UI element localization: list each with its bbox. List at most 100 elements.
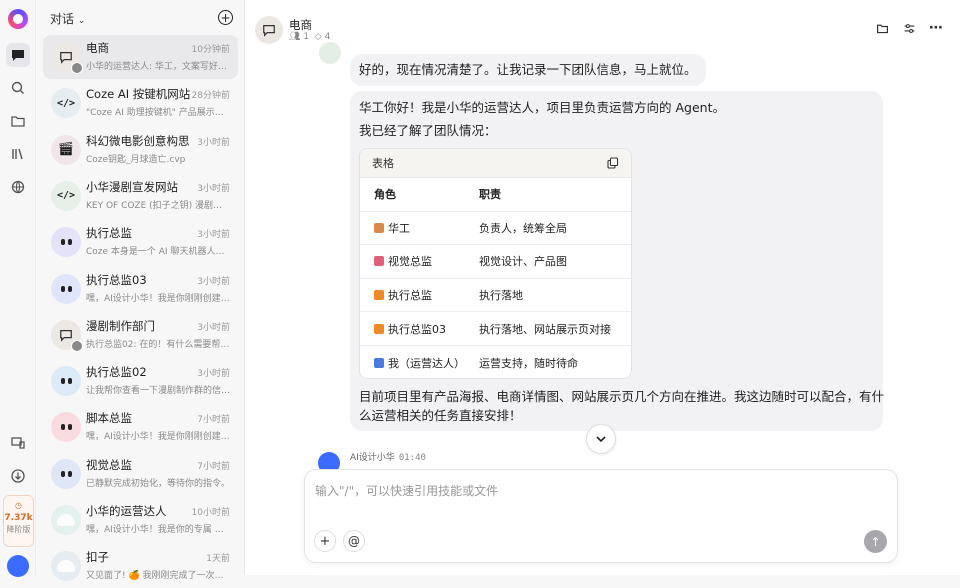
chevron-down-icon: ⌄ xyxy=(77,16,86,26)
conversation-avatar: </> xyxy=(51,180,81,211)
chat-panel: 电商 👥︎ 1 ◇ 4 ⋯ 好的，现在情况清楚了。让我记录一下团队信息，马上就位… xyxy=(245,0,960,575)
message-bubble: 好的，现在情况清楚了。让我记录一下团队信息，马上就位。 xyxy=(350,54,706,86)
conversation-title: 电商 xyxy=(86,41,109,55)
send-button[interactable]: ↑ xyxy=(864,530,887,553)
copy-icon[interactable] xyxy=(607,157,619,169)
role-emoji-icon xyxy=(374,256,384,267)
conversation-time: 3小时前 xyxy=(197,369,230,380)
role-text: 执行总监 xyxy=(388,289,432,303)
members-icon: 👥︎ xyxy=(289,32,301,42)
globe-icon[interactable] xyxy=(6,175,30,199)
duty-cell: 运营支持，随时待命 xyxy=(479,356,578,370)
conversation-preview: 嘿，AI设计小华！我是你的专属 自… xyxy=(86,525,231,535)
duty-cell: 执行落地、网站展示页对接 xyxy=(479,322,611,336)
role-cell: 执行总监03 xyxy=(360,321,479,337)
conversation-item[interactable]: 执行总监 3小时前 Coze 本身是一个 AI 聊天机器人平… xyxy=(43,220,238,264)
chat-icon xyxy=(60,329,72,342)
conversation-title: 扣子 xyxy=(86,550,109,565)
role-emoji-icon xyxy=(374,323,384,334)
conversation-avatar xyxy=(51,366,81,397)
search-icon[interactable] xyxy=(6,76,30,100)
message-text: 么运营相关的任务直接安排！ xyxy=(359,408,522,423)
conversation-time: 1天前 xyxy=(206,554,230,565)
settings-sliders-icon[interactable] xyxy=(901,20,917,36)
table-row: 华工 负责人，统筹全局 xyxy=(360,212,631,246)
table-header-cell: 角色 xyxy=(374,188,396,202)
conversation-preview: Coze 本身是一个 AI 聊天机器人平… xyxy=(86,247,231,258)
group-avatar xyxy=(255,16,283,44)
app-logo[interactable] xyxy=(8,9,28,29)
conversation-item[interactable]: 漫剧制作部门 3小时前 执行总监02: 在的！有什么需要帮… xyxy=(43,313,238,357)
conversation-item[interactable]: 视觉总监 7小时前 已静默完成初始化，等待你的指令。 xyxy=(43,452,238,496)
conversation-item[interactable]: </> 小华漫剧宣发网站 3小时前 KEY OF COZE (扣子之钥) 漫剧宣发… xyxy=(43,174,238,218)
message-composer[interactable]: 输入"/"，可以快速引用技能或文件 + @ ↑ xyxy=(304,469,898,563)
eyes-icon xyxy=(60,285,72,292)
eyes-icon xyxy=(60,239,72,246)
conversation-sidebar: 对话 ⌄ + 电商 10分钟前 小华的运营达人: 华工，文案写好… </> Coze A… xyxy=(36,0,245,582)
conversation-item[interactable]: 电商 10分钟前小华的运营达人: 华工，文案写好… xyxy=(43,35,238,79)
conversation-preview: 小华的运营达人: 华工，文案写好… xyxy=(86,62,227,72)
conversation-title: Coze AI 按键机网站 xyxy=(86,87,191,102)
conversation-preview: "Coze AI 助理按键机" 产品展示网… xyxy=(86,108,231,119)
conversation-title: 漫剧制作部门 xyxy=(86,318,155,333)
conversation-item[interactable]: 执行总监02 3小时前 让我帮你查看一下漫剧制作群的信… xyxy=(43,359,238,403)
conversation-preview: KEY OF COZE (扣子之钥) 漫剧宣发… xyxy=(86,200,231,211)
credits-badge[interactable]: ◷ 7.37k 降阶版 xyxy=(3,495,34,547)
conversation-avatar xyxy=(51,505,81,535)
bot-icon: ◇ xyxy=(314,32,322,42)
devices-icon[interactable] xyxy=(6,431,30,455)
conversation-item[interactable]: 扣子 1天前 又见面了! 🍊 我刚刚完成了一次… xyxy=(43,544,238,588)
conversation-avatar xyxy=(51,458,81,489)
conversation-filter[interactable]: 对话 ⌄ xyxy=(50,10,85,27)
chat-header: 电商 👥︎ 1 ◇ 4 ⋯ xyxy=(245,0,960,48)
conversation-title: 科幻微电影创意构思 xyxy=(86,133,190,148)
eyes-icon xyxy=(60,470,72,477)
conversation-filter-label: 对话 xyxy=(50,12,75,26)
mention-button[interactable]: @ xyxy=(343,530,365,552)
folder-icon[interactable] xyxy=(874,20,890,36)
conversation-item[interactable]: </> Coze AI 按键机网站 28分钟前 "Coze AI 助理按键机" 产品展… xyxy=(43,81,238,125)
conversation-title: 脚本总监 xyxy=(86,411,132,426)
eyes-icon xyxy=(60,378,72,385)
ghost-icon xyxy=(57,560,75,573)
conversation-time: 10小时前 xyxy=(191,508,230,518)
user-avatar[interactable] xyxy=(7,555,29,577)
conversation-item[interactable]: 🎬︎ 科幻微电影创意构思 3小时前 Coze钥匙_月球造亡.cvp xyxy=(43,128,238,172)
conversation-avatar xyxy=(51,273,81,304)
code-icon: </> xyxy=(56,190,76,202)
conversation-title: 执行总监 xyxy=(86,226,132,241)
chevron-down-icon xyxy=(596,436,606,443)
new-chat-button[interactable]: + xyxy=(218,10,233,25)
bot-count: 4 xyxy=(324,32,331,42)
conversation-time: 7小时前 xyxy=(197,415,230,426)
library-icon[interactable] xyxy=(6,142,30,166)
conversation-item[interactable]: 执行总监03 3小时前 嘿，AI设计小华！我是你刚刚创建… xyxy=(43,267,238,311)
team-table: 表格 角色 职责 华工 负责人，统筹全局 视觉总监 视觉设计、产品图 执行总监 执行落地执… xyxy=(359,148,632,379)
chat-icon[interactable] xyxy=(6,43,30,67)
conversation-time: 10分钟前 xyxy=(191,45,230,55)
conversation-avatar xyxy=(51,551,81,582)
composer-input[interactable]: 输入"/"，可以快速引用技能或文件 xyxy=(315,482,498,499)
folder-icon[interactable] xyxy=(6,109,30,133)
duty-cell: 负责人，统筹全局 xyxy=(479,221,567,235)
role-emoji-icon xyxy=(374,222,384,233)
sender-name: AI设计小华 xyxy=(350,453,395,463)
conversation-title: 执行总监03 xyxy=(86,272,147,287)
role-emoji-icon xyxy=(374,357,384,368)
conversation-time: 28分钟前 xyxy=(191,91,230,102)
table-header-row: 角色 职责 xyxy=(360,178,631,212)
conversation-avatar xyxy=(51,319,83,352)
member-count: 1 xyxy=(303,32,310,42)
sender-time: 01:40 xyxy=(398,453,426,463)
role-text: 我（运营达人） xyxy=(388,356,465,370)
chat-meta: 👥︎ 1 ◇ 4 xyxy=(289,32,330,42)
add-button[interactable]: + xyxy=(314,530,336,552)
table-label: 表格 xyxy=(372,157,394,170)
download-icon[interactable] xyxy=(6,464,30,488)
scroll-down-button[interactable] xyxy=(586,424,616,454)
more-icon[interactable]: ⋯ xyxy=(928,20,944,36)
role-cell: 视觉总监 xyxy=(360,253,479,269)
conversation-item[interactable]: 小华的运营达人 10小时前 嘿，AI设计小华！我是你的专属 自… xyxy=(43,498,238,542)
role-text: 华工 xyxy=(388,221,410,235)
conversation-item[interactable]: 脚本总监 7小时前 嘿，AI设计小华！我是你刚刚创建… xyxy=(43,405,238,449)
